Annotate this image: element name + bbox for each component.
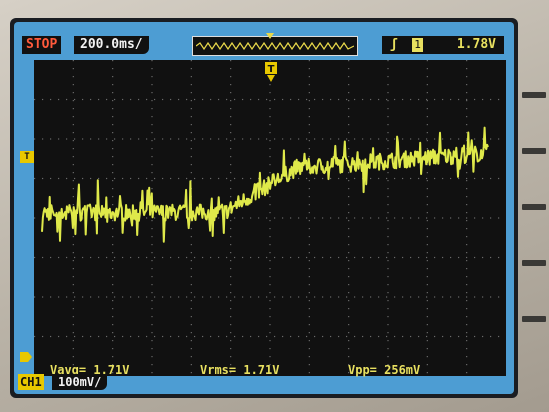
menu-button-5[interactable]: [522, 316, 546, 322]
ch1-vertical-scale: 100mV/: [52, 374, 108, 390]
menu-button-1[interactable]: [522, 92, 546, 98]
memory-waveform-icon: [196, 41, 354, 51]
ch1-label: CH1: [18, 374, 44, 390]
trigger-level-marker: T: [20, 151, 34, 163]
menu-button-4[interactable]: [522, 260, 546, 266]
trigger-position-marker: T: [265, 62, 277, 82]
ch1-trace-line: [41, 126, 489, 243]
ch1-waveform-trace: [41, 126, 489, 243]
channel-status-bar: CH1 100mV/: [14, 372, 514, 392]
menu-button-2[interactable]: [522, 148, 546, 154]
trigger-settings-panel: ʃ 1 1.78V: [382, 36, 504, 54]
oscilloscope-screen: STOP 200.0ms/ ʃ 1 1.78V T T Vavg= 1.71V: [14, 22, 514, 394]
memory-position-bar: [192, 36, 358, 56]
status-bar: STOP 200.0ms/ ʃ 1 1.78V: [14, 22, 514, 62]
ch1-ground-marker-icon: [20, 352, 32, 362]
menu-button-3[interactable]: [522, 204, 546, 210]
trigger-level-readout: 1.78V: [456, 37, 496, 52]
waveform-graticule: T T Vavg= 1.71V Vrms= 1.71V Vpp= 256mV: [20, 60, 506, 377]
timebase-readout: 200.0ms/: [74, 36, 149, 54]
trigger-position-label: T: [268, 64, 275, 75]
trigger-source-badge: 1: [412, 38, 423, 52]
run-state-indicator: STOP: [22, 36, 62, 54]
rising-edge-icon: ʃ: [390, 37, 398, 52]
trigger-position-pointer-icon: [266, 33, 274, 39]
